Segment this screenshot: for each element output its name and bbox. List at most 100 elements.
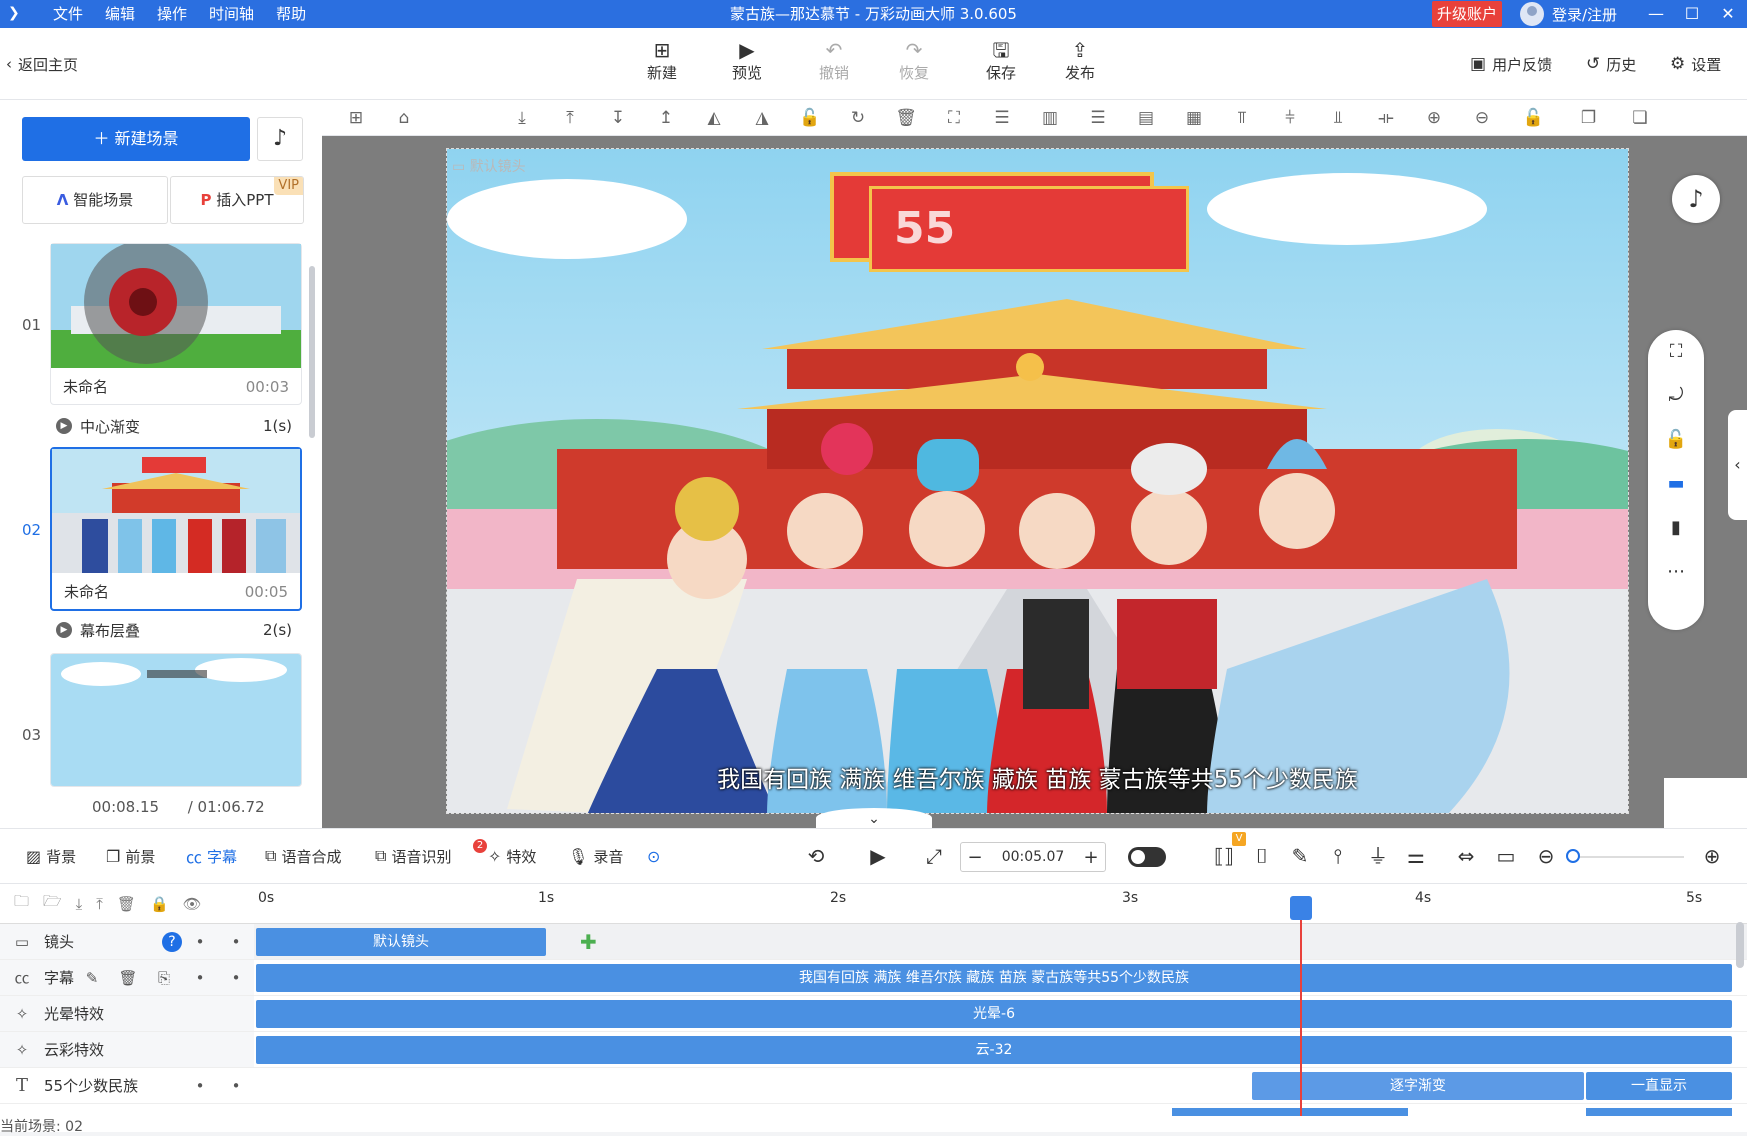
folder-icon[interactable]: 🗀	[14, 891, 29, 916]
vertical-center-icon[interactable]: ⟛	[1362, 108, 1410, 128]
effects-button[interactable]: ✧ 特效	[488, 828, 536, 884]
background-music-icon[interactable]: ♪	[1672, 175, 1720, 223]
delete-subtitle-icon[interactable]: 🗑	[110, 969, 146, 987]
banner-55-text[interactable]: 55	[869, 186, 1189, 272]
paste-icon[interactable]: ❏	[1616, 108, 1664, 128]
background-button[interactable]: ▨ 背景	[26, 828, 76, 884]
split-icon[interactable]: ⫯	[1322, 840, 1354, 872]
zoom-in-timeline-icon[interactable]: ⊕	[1696, 840, 1728, 872]
minus-icon[interactable]: −	[961, 847, 989, 868]
fit-width-icon[interactable]: ⇔	[1450, 840, 1482, 872]
transition-02[interactable]: ▶ 幕布层叠 2(s)	[56, 615, 292, 645]
time-value[interactable]: 00:05.07	[1002, 849, 1065, 865]
mini-map-icon[interactable]	[1664, 778, 1747, 828]
timeline-ruler[interactable]	[254, 884, 1747, 924]
zoom-out-icon[interactable]: ⊖	[1458, 108, 1506, 128]
insert-ppt-button[interactable]: P 插入PPT VIP	[170, 176, 304, 224]
track-camera[interactable]: ▭ 镜头 ? • •	[0, 924, 254, 960]
lock-icon[interactable]: 🔓	[786, 108, 834, 128]
adjust-icon[interactable]: ⚌	[1400, 840, 1432, 872]
zoom-out-timeline-icon[interactable]: ⊖	[1530, 840, 1562, 872]
help-icon[interactable]: ?	[162, 931, 182, 952]
lock-layer-icon[interactable]: 🔒	[150, 895, 169, 913]
track-cloud[interactable]: ✧ 云彩特效	[0, 1032, 254, 1068]
smart-scene-button[interactable]: Ʌ 智能场景	[22, 176, 168, 224]
back-home-button[interactable]: ‹ 返回主页	[6, 28, 78, 100]
clip-text-stay[interactable]: 一直显示	[1586, 1072, 1732, 1100]
fit-screen-icon[interactable]: ⛶	[1648, 330, 1704, 374]
track-subtitle[interactable]: ㏄ 字幕 ✎ 🗑 ⎘ • •	[0, 960, 254, 996]
snapshot-icon[interactable]: ⌷	[1246, 840, 1278, 872]
import-subtitle-icon[interactable]: ⎘	[146, 969, 182, 987]
close-icon[interactable]: ✕	[1710, 0, 1746, 28]
flip-v-icon[interactable]: ◮	[738, 108, 786, 128]
upgrade-account-button[interactable]: 升级账户	[1432, 1, 1502, 27]
move-layer-down-icon[interactable]: ⤓	[76, 895, 83, 913]
preview-button[interactable]: ▶ 预览	[717, 38, 777, 90]
align-bottom-icon[interactable]: ⫫	[1314, 108, 1362, 128]
redo-button[interactable]: ↷ 恢复	[884, 38, 944, 90]
collapse-right-panel-icon[interactable]: ‹	[1728, 410, 1747, 520]
zoom-slider-track[interactable]	[1570, 856, 1684, 858]
publish-button[interactable]: ⇪ 发布	[1050, 38, 1110, 90]
foreground-button[interactable]: ❐ 前景	[106, 828, 155, 884]
record-button[interactable]: 🎙 录音	[568, 828, 623, 884]
move-up-icon[interactable]: ↥	[642, 108, 690, 128]
move-down-icon[interactable]: ↧	[594, 108, 642, 128]
unlock-icon[interactable]: 🔓	[1506, 108, 1561, 128]
add-keyframe-icon[interactable]: ✚	[580, 932, 600, 952]
chevron-down-icon[interactable]: ⌄	[816, 808, 932, 828]
align-center-icon[interactable]: ▥	[1026, 108, 1074, 128]
subtitle-button[interactable]: ㏄字幕	[186, 828, 237, 884]
crop-icon[interactable]: ⛶	[930, 108, 978, 128]
new-scene-button[interactable]: ＋ 新建场景	[22, 117, 250, 161]
flip-h-icon[interactable]: ◭	[690, 108, 738, 128]
login-register[interactable]: 登录/注册	[1520, 0, 1617, 28]
scene-card-02[interactable]: 未命名 00:05	[50, 447, 302, 611]
scene-card-03[interactable]	[50, 653, 302, 787]
delete-icon[interactable]: 🗑	[882, 108, 930, 128]
more-icon[interactable]: ⋯	[1648, 550, 1704, 594]
home-icon[interactable]: ⌂	[380, 108, 428, 128]
transition-01[interactable]: ▶ 中心渐变 1(s)	[56, 411, 292, 441]
music-button[interactable]: ♪	[257, 117, 303, 161]
timeline-scrollbar[interactable]	[1736, 922, 1744, 968]
feedback-link[interactable]: ▣ 用户反馈	[1470, 28, 1552, 100]
visibility-icon[interactable]: 👁	[183, 895, 202, 913]
undo-button[interactable]: ↶ 撤销	[804, 38, 864, 90]
zoom-slider-knob[interactable]	[1566, 849, 1580, 863]
edit-icon[interactable]: ✎	[1284, 840, 1316, 872]
play-button-icon[interactable]: ▶	[862, 840, 894, 872]
playhead-handle[interactable]	[1290, 896, 1312, 920]
portrait-view-icon[interactable]: ▮	[1648, 506, 1704, 550]
align-middle-icon[interactable]: ⫩	[1266, 108, 1314, 128]
tts-button[interactable]: ⧉ 语音合成	[265, 828, 341, 884]
distribute-h-icon[interactable]: ▤	[1122, 108, 1170, 128]
filter-icon[interactable]: ⏚	[1362, 840, 1394, 872]
clip-glow[interactable]: 光晕-6	[256, 1000, 1732, 1028]
more-effects-button[interactable]: ⊙	[647, 828, 660, 884]
rotate-icon[interactable]: ↻	[834, 108, 882, 128]
clip-next-partial[interactable]	[1172, 1108, 1408, 1116]
save-button[interactable]: 🖫 保存	[971, 38, 1031, 90]
move-layer-up-icon[interactable]: ⤒	[96, 895, 103, 913]
minimize-icon[interactable]: —	[1638, 0, 1674, 28]
move-bottom-icon[interactable]: ⤓	[498, 108, 546, 128]
ratio-icon[interactable]: ▭	[1490, 840, 1522, 872]
add-folder-icon[interactable]: 🗁	[43, 891, 62, 916]
scene-scrollbar[interactable]	[309, 266, 315, 438]
track-text[interactable]: T 55个少数民族 • •	[0, 1068, 254, 1104]
format-painter-icon[interactable]: ⊞	[332, 108, 380, 128]
time-stepper[interactable]: − 00:05.07 +	[960, 842, 1106, 872]
scene-card-01[interactable]: 未命名 00:03	[50, 243, 302, 405]
lock-canvas-icon[interactable]: 🔓	[1648, 418, 1704, 462]
clip-subtitle[interactable]: 我国有回族 满族 维吾尔族 藏族 苗族 蒙古族等共55个少数民族	[256, 964, 1732, 992]
asr-button[interactable]: ⧉ 语音识别	[375, 828, 451, 884]
move-top-icon[interactable]: ⤒	[546, 108, 594, 128]
landscape-view-icon[interactable]: ▬	[1648, 462, 1704, 506]
track-glow[interactable]: ✧ 光晕特效	[0, 996, 254, 1032]
history-link[interactable]: ↺ 历史	[1586, 28, 1636, 100]
clip-camera[interactable]: 默认镜头	[256, 928, 546, 956]
edit-subtitle-icon[interactable]: ✎	[74, 969, 110, 987]
toggle-switch[interactable]	[1128, 847, 1166, 867]
